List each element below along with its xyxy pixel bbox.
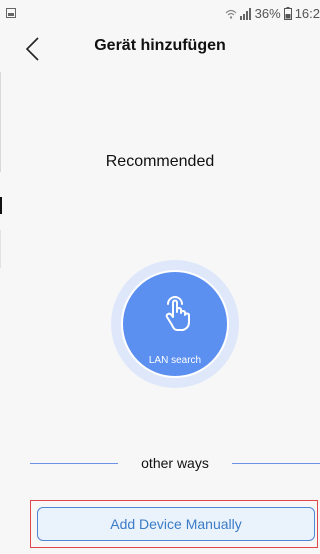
tap-hand-icon [165,296,190,331]
lan-search-circle[interactable]: LAN search [121,270,229,378]
other-ways-label: other ways [141,455,209,471]
recommended-heading: Recommended [105,153,215,170]
edge-divider-lower [0,230,1,268]
divider-line-right [232,463,320,464]
signal-icon [239,7,251,20]
battery-percent: 36% [254,6,281,21]
clock: 16:2 [294,6,320,21]
lan-search-label: LAN search [148,355,202,366]
lan-search-button[interactable]: LAN search [111,260,239,388]
edge-marker [0,197,2,214]
notification-icon [6,8,16,18]
add-device-manually-button[interactable]: Add Device Manually [37,507,315,541]
app-header: Gerät hinzufügen [0,28,320,68]
page-title: Gerät hinzufügen [94,37,226,54]
wifi-icon [225,9,237,19]
status-bar: 36% 16:2 [0,0,320,28]
divider-line-left [30,463,118,464]
battery-icon [283,7,292,20]
other-ways-divider: other ways [0,453,320,475]
